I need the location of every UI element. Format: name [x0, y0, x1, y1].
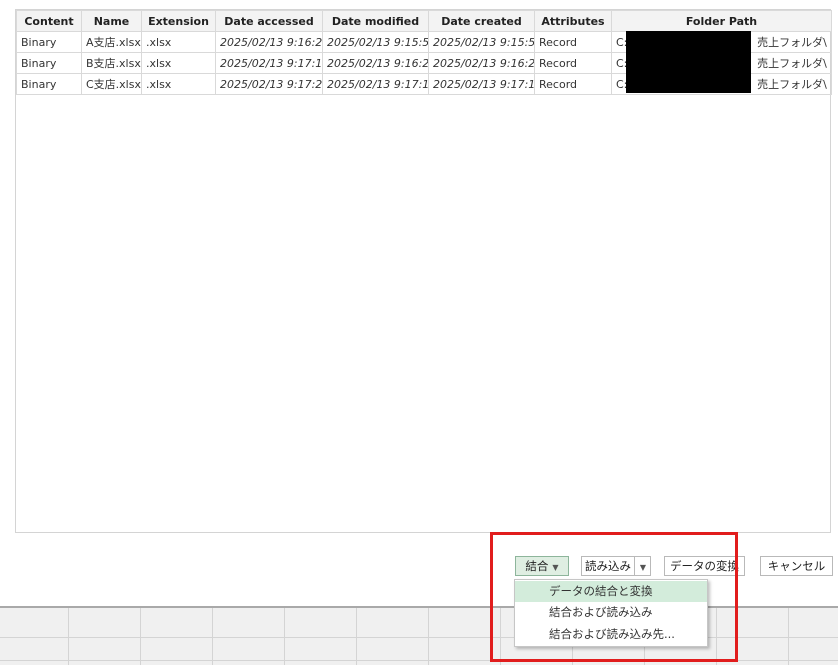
- grid-line: [356, 608, 357, 665]
- grid-line: [0, 637, 838, 638]
- caret-down-icon: ▼: [552, 563, 559, 572]
- folder-path-end: 売上フォルダ\: [757, 57, 827, 70]
- cell-date-modified: 2025/02/13 9:15:52: [322, 31, 429, 53]
- column-header-name: Name: [81, 10, 142, 32]
- power-query-folder-dialog: Content Name Extension Date accessed Dat…: [0, 0, 838, 665]
- column-header-attributes: Attributes: [534, 10, 612, 32]
- column-header-date-modified: Date modified: [322, 10, 429, 32]
- grid-line: [500, 608, 501, 665]
- dialog-body: Content Name Extension Date accessed Dat…: [0, 0, 838, 606]
- cell-extension: .xlsx: [141, 73, 216, 95]
- load-options-button[interactable]: ▼: [635, 557, 651, 575]
- cell-date-created: 2025/02/13 9:15:51: [428, 31, 535, 53]
- transform-data-button[interactable]: データの変換: [664, 556, 745, 576]
- cell-content: Binary: [16, 31, 82, 53]
- cell-date-accessed: 2025/02/13 9:16:23: [215, 31, 323, 53]
- cell-content: Binary: [16, 52, 82, 74]
- table-header-row: Content Name Extension Date accessed Dat…: [16, 10, 832, 32]
- load-split-button[interactable]: 読み込み ▼: [581, 556, 651, 576]
- grid-line: [140, 608, 141, 665]
- menu-item-combine-load-to[interactable]: 結合および読み込み先...: [515, 624, 707, 645]
- cell-date-created: 2025/02/13 9:16:22: [428, 52, 535, 74]
- column-header-folder-path: Folder Path: [611, 10, 832, 32]
- combine-dropdown-menu: データの結合と変換 結合および読み込み 結合および読み込み先...: [514, 579, 708, 647]
- cell-name: C支店.xlsx: [81, 73, 142, 95]
- grid-line: [788, 608, 789, 665]
- redaction-block: [626, 31, 751, 93]
- cell-extension: .xlsx: [141, 31, 216, 53]
- cell-date-modified: 2025/02/13 9:17:18: [322, 73, 429, 95]
- grid-line: [716, 608, 717, 665]
- excel-grid-background: [0, 606, 838, 665]
- menu-item-combine-load[interactable]: 結合および読み込み: [515, 602, 707, 623]
- cell-date-accessed: 2025/02/13 9:17:20: [215, 73, 323, 95]
- cell-name: B支店.xlsx: [81, 52, 142, 74]
- grid-line: [0, 660, 838, 661]
- column-header-date-created: Date created: [428, 10, 535, 32]
- column-header-date-accessed: Date accessed: [215, 10, 323, 32]
- grid-line: [68, 608, 69, 665]
- column-header-extension: Extension: [141, 10, 216, 32]
- cell-name: A支店.xlsx: [81, 31, 142, 53]
- cell-attributes: Record: [534, 31, 612, 53]
- column-header-content: Content: [16, 10, 82, 32]
- load-button[interactable]: 読み込み: [582, 557, 635, 575]
- folder-path-end: 売上フォルダ\: [757, 78, 827, 91]
- cell-attributes: Record: [534, 52, 612, 74]
- cell-extension: .xlsx: [141, 52, 216, 74]
- grid-line: [428, 608, 429, 665]
- cell-date-accessed: 2025/02/13 9:17:18: [215, 52, 323, 74]
- cell-date-modified: 2025/02/13 9:16:23: [322, 52, 429, 74]
- cell-date-created: 2025/02/13 9:17:18: [428, 73, 535, 95]
- folder-path-end: 売上フォルダ\: [757, 36, 827, 49]
- cell-attributes: Record: [534, 73, 612, 95]
- grid-line: [212, 608, 213, 665]
- combine-button[interactable]: 結合 ▼: [515, 556, 569, 576]
- combine-button-label: 結合: [525, 559, 549, 573]
- cell-content: Binary: [16, 73, 82, 95]
- grid-line: [284, 608, 285, 665]
- menu-item-combine-transform[interactable]: データの結合と変換: [515, 581, 707, 602]
- caret-down-icon: ▼: [639, 563, 647, 572]
- cancel-button[interactable]: キャンセル: [760, 556, 833, 576]
